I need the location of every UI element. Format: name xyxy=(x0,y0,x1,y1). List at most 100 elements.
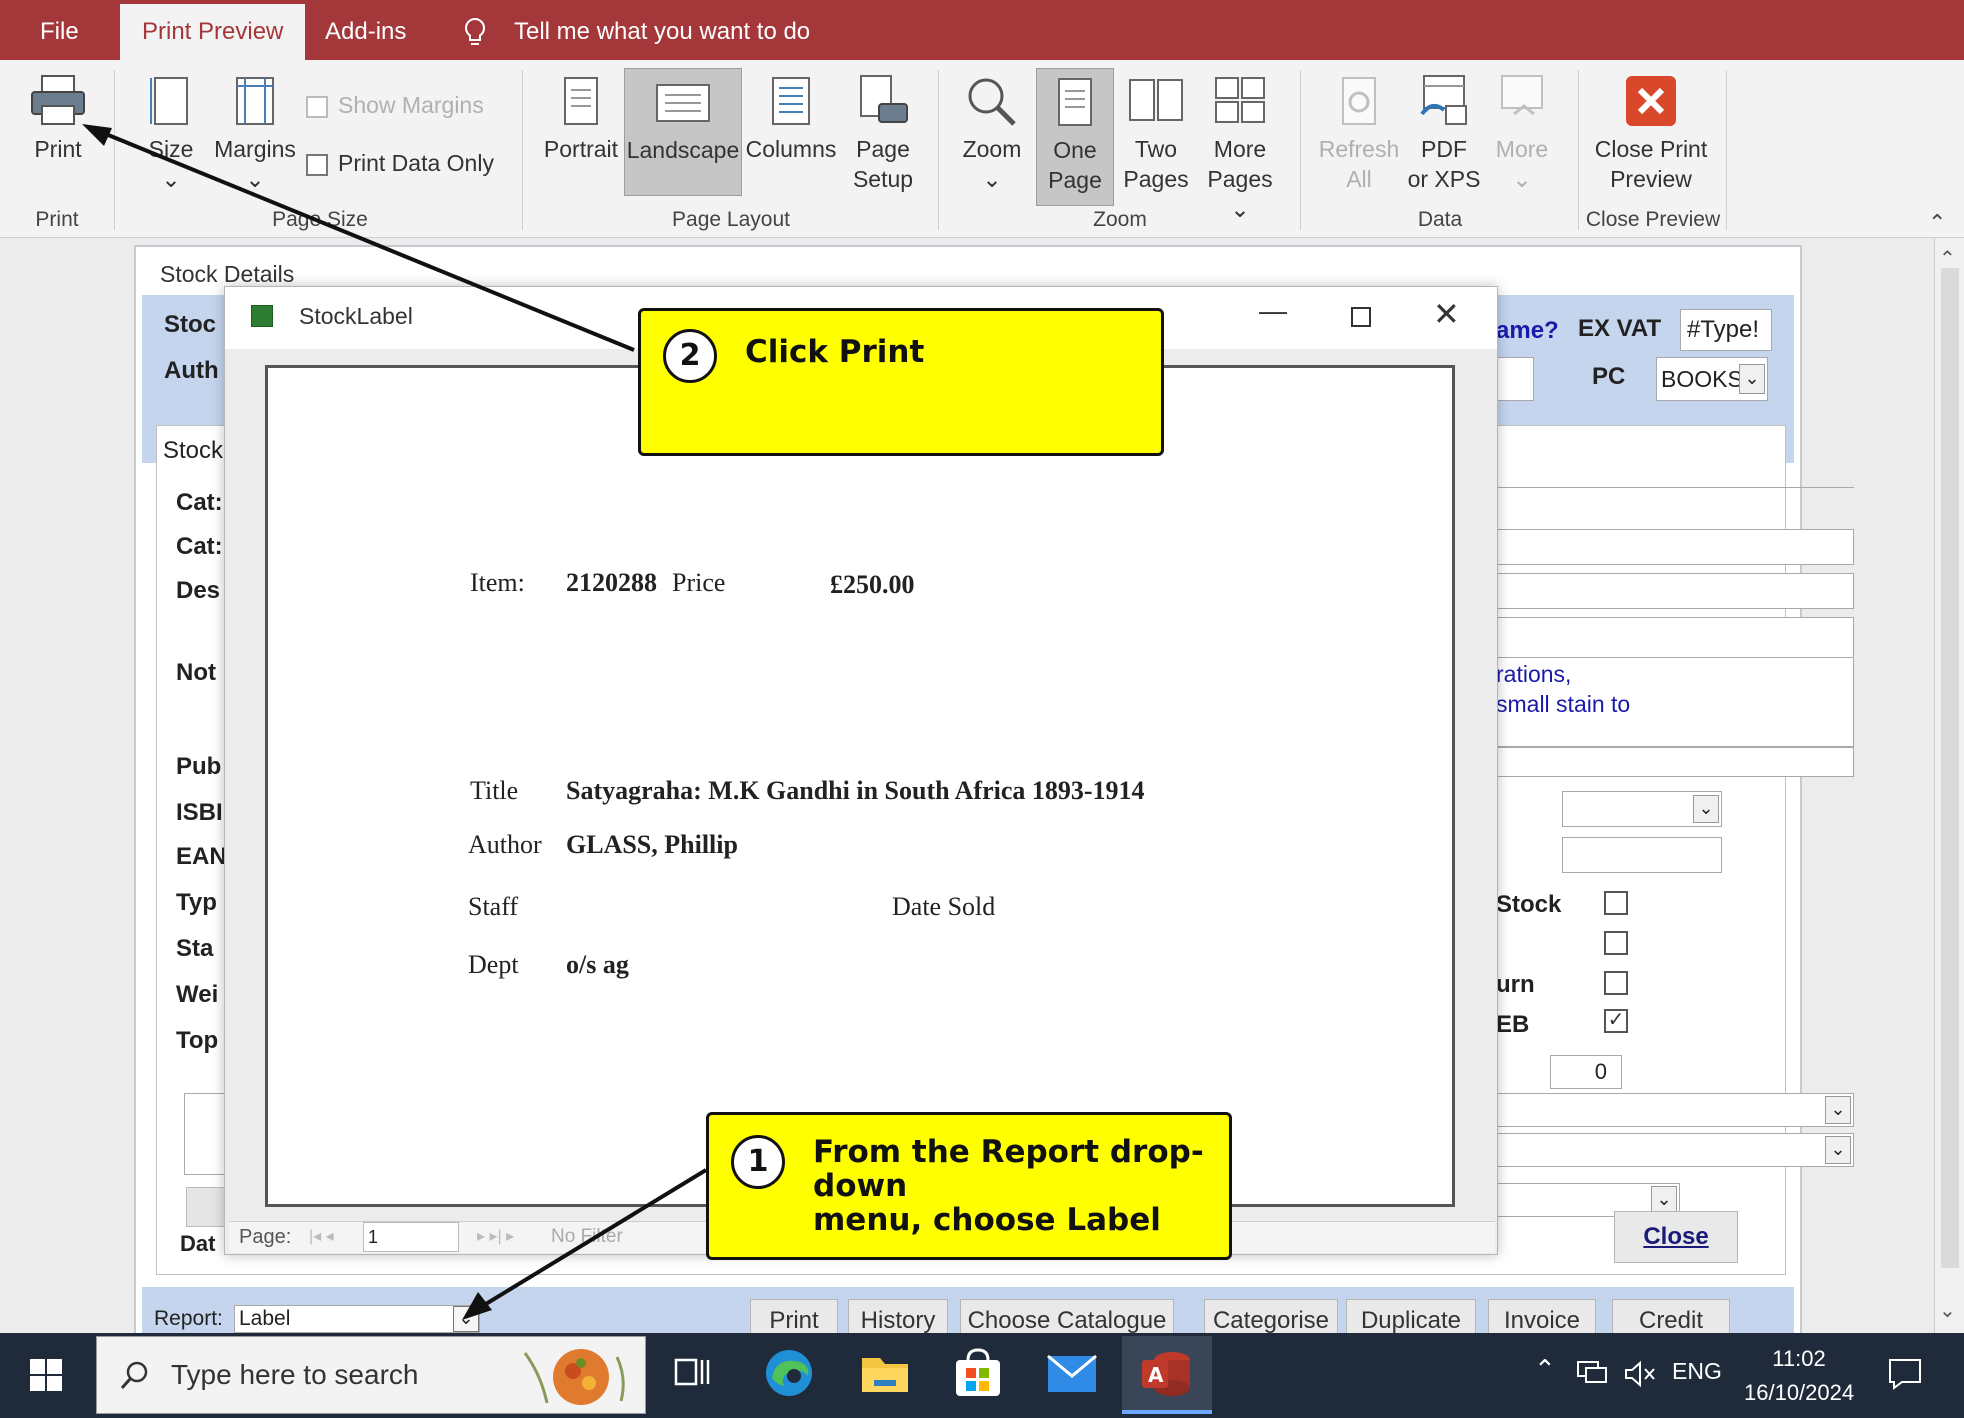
chevron-down-icon[interactable]: ⌄ xyxy=(1825,1136,1851,1164)
counter-field[interactable]: 0 xyxy=(1550,1055,1622,1089)
next-page-icon[interactable]: ▸ ▸| ▸ xyxy=(477,1226,514,1246)
edge-browser-icon[interactable] xyxy=(764,1348,814,1403)
close-print-preview-button[interactable]: Close Print Preview xyxy=(1586,74,1716,194)
web-checkbox-checked[interactable]: ✓ xyxy=(1604,1009,1628,1033)
chevron-down-icon: ⌄ xyxy=(161,166,181,192)
chevron-down-icon[interactable]: ⌄ xyxy=(453,1306,479,1332)
label-cat-2: Cat: xyxy=(176,533,223,560)
print-button[interactable]: Print xyxy=(22,74,94,164)
dropdown-1[interactable]: ⌄ xyxy=(1496,1093,1854,1127)
tab-stock[interactable]: Stock xyxy=(156,425,230,475)
portrait-button[interactable]: Portrait xyxy=(540,74,622,164)
vertical-scrollbar[interactable]: ⌃ ⌄ xyxy=(1934,238,1964,1333)
publisher-field[interactable] xyxy=(1496,747,1854,777)
dept-label: Dept xyxy=(468,950,519,979)
label-author: Auth xyxy=(164,357,219,384)
form-title: Stock Details xyxy=(160,261,295,287)
ean-field[interactable] xyxy=(1562,837,1722,873)
type-field[interactable]: #Type! xyxy=(1680,309,1772,351)
pc-select[interactable]: BOOKS ⌄ xyxy=(1656,357,1768,401)
author-label: Author xyxy=(468,830,542,859)
clock-time: 11:02 xyxy=(1772,1346,1826,1371)
tab-add-ins[interactable]: Add-ins xyxy=(325,0,406,60)
scroll-thumb[interactable] xyxy=(1941,268,1959,1268)
minimize-icon[interactable]: — xyxy=(1259,295,1287,327)
collapse-ribbon-icon[interactable]: ⌃ xyxy=(1928,210,1946,236)
return-checkbox[interactable] xyxy=(1604,971,1628,995)
more-export-icon xyxy=(1501,75,1543,116)
clock[interactable]: 11:02 16/10/2024 xyxy=(1744,1342,1854,1410)
zoom-button[interactable]: Zoom ⌄ xyxy=(954,74,1030,194)
two-pages-button[interactable]: Two Pages xyxy=(1118,74,1194,194)
scroll-down-icon[interactable]: ⌄ xyxy=(1939,1298,1956,1323)
more-data-button[interactable]: More ⌄ xyxy=(1486,74,1558,194)
landscape-button[interactable]: Landscape xyxy=(624,68,742,196)
task-view-icon[interactable] xyxy=(674,1354,710,1395)
refresh-all-button[interactable]: Refresh All xyxy=(1314,74,1404,194)
chevron-down-icon[interactable]: ⌄ xyxy=(1825,1096,1851,1124)
page-nav-label: Page: xyxy=(239,1226,292,1248)
tab-print-preview[interactable]: Print Preview xyxy=(120,0,306,60)
cat-field[interactable] xyxy=(1496,529,1854,565)
maximize-icon[interactable] xyxy=(1351,307,1371,327)
dropdown-2[interactable]: ⌄ xyxy=(1496,1133,1854,1167)
taskbar-search-box[interactable]: Type here to search xyxy=(96,1336,646,1414)
price-label: Price xyxy=(672,568,726,597)
columns-icon xyxy=(772,77,810,125)
item-label: Item: xyxy=(470,568,525,597)
access-taskbar-button[interactable]: A xyxy=(1122,1336,1212,1414)
windows-start-icon[interactable] xyxy=(30,1359,62,1396)
chevron-down-icon[interactable]: ⌄ xyxy=(1693,795,1719,823)
language-indicator[interactable]: ENG xyxy=(1672,1358,1722,1385)
more-pages-button[interactable]: More Pages ⌄ xyxy=(1196,74,1284,224)
author-value: GLASS, Phillip xyxy=(566,830,738,859)
report-title: StockLabel xyxy=(299,303,413,329)
checkbox-2[interactable] xyxy=(1604,931,1628,955)
print-data-only-checkbox[interactable]: Print Data Only xyxy=(306,148,494,178)
pdf-xps-button[interactable]: PDF or XPS xyxy=(1402,74,1486,194)
close-window-icon[interactable]: ✕ xyxy=(1433,295,1460,333)
name-question-label: ame? xyxy=(1496,317,1559,344)
one-page-button[interactable]: One Page xyxy=(1036,68,1114,206)
one-page-icon xyxy=(1058,78,1092,126)
notification-icon[interactable] xyxy=(1888,1358,1922,1395)
return-checkbox-label: urn xyxy=(1496,971,1535,998)
group-separator xyxy=(1578,70,1579,230)
isbn-select[interactable]: ⌄ xyxy=(1562,791,1722,827)
field-fragment[interactable] xyxy=(1496,357,1534,401)
field-line xyxy=(1496,487,1854,488)
page-number-input[interactable]: 1 xyxy=(363,1222,459,1252)
tell-me-search[interactable]: Tell me what you want to do xyxy=(514,0,810,60)
report-label: Report: xyxy=(154,1307,223,1330)
report-page: Item: 2120288 Price £250.00 Title Satyag… xyxy=(265,365,1455,1207)
group-separator xyxy=(522,70,523,230)
callout-choose-label: 1 From the Report drop-down menu, choose… xyxy=(706,1112,1232,1260)
label-isbn: ISBI xyxy=(176,799,223,826)
volume-muted-icon[interactable] xyxy=(1624,1360,1656,1393)
refresh-icon xyxy=(1342,77,1376,125)
magnifier-icon xyxy=(968,78,1016,126)
cat-field-2[interactable] xyxy=(1496,573,1854,609)
network-icon[interactable] xyxy=(1576,1358,1608,1393)
first-page-icon[interactable]: |◂ ◂ xyxy=(309,1226,334,1246)
report-select[interactable]: Label ⌄ xyxy=(234,1305,480,1333)
columns-button[interactable]: Columns xyxy=(744,74,838,164)
dept-value: o/s ag xyxy=(566,950,629,979)
page-setup-button[interactable]: Page Setup xyxy=(846,74,920,194)
size-button[interactable]: Size ⌄ xyxy=(136,74,206,194)
no-filter-indicator[interactable]: No Filter xyxy=(551,1226,623,1248)
chevron-down-icon[interactable]: ⌄ xyxy=(1651,1186,1677,1214)
microsoft-store-icon[interactable] xyxy=(954,1348,1002,1403)
access-app-icon: A xyxy=(1142,1352,1190,1396)
show-margins-checkbox[interactable]: Show Margins xyxy=(306,90,484,120)
close-form-button[interactable]: Close xyxy=(1614,1211,1738,1263)
margins-button[interactable]: Margins ⌄ xyxy=(210,74,300,194)
label-status: Sta xyxy=(176,935,214,962)
show-hidden-icons[interactable]: ⌃ xyxy=(1534,1354,1556,1385)
chevron-down-icon[interactable]: ⌄ xyxy=(1739,364,1765,394)
tab-file[interactable]: File xyxy=(40,0,79,60)
group-print-label: Print xyxy=(35,208,79,231)
mail-icon[interactable] xyxy=(1046,1352,1098,1401)
file-explorer-icon[interactable] xyxy=(860,1350,910,1401)
stock-checkbox[interactable] xyxy=(1604,891,1628,915)
